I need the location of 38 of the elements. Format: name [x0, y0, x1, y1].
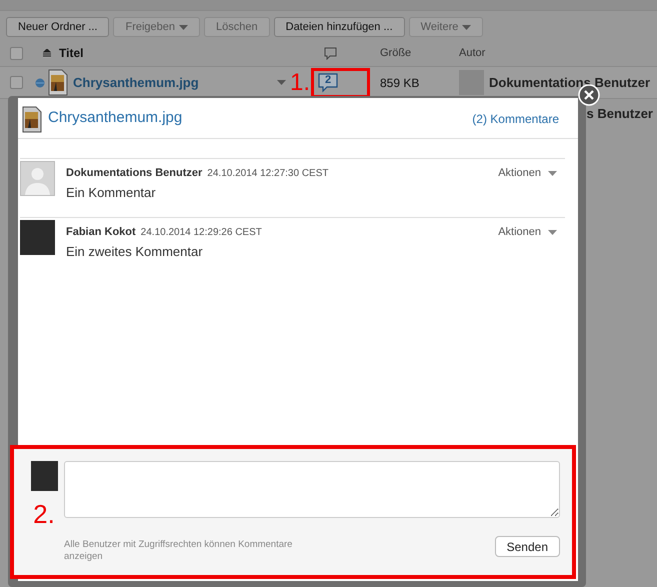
avatar-photo	[30, 461, 58, 491]
annotation-label: 1.	[290, 68, 310, 96]
row-checkbox[interactable]	[10, 76, 23, 89]
annotation-label: 2.	[33, 501, 55, 527]
comment-input-field[interactable]	[64, 461, 560, 518]
actions-menu[interactable]: Aktionen	[498, 167, 565, 179]
image-file-icon	[48, 69, 68, 96]
column-header[interactable]: Größe	[380, 47, 412, 59]
comment-time: 24.10.2014 12:29:26 CEST	[140, 227, 262, 238]
comment-author: Dokumentations Benutzer	[66, 167, 202, 179]
comment-count-link[interactable]: (2) Kommentare	[472, 112, 559, 126]
image-file-icon	[22, 106, 42, 133]
caret-icon	[548, 170, 557, 176]
toolbar-button[interactable]: Dateien hinzufügen ...	[274, 17, 405, 37]
column-header[interactable]: Autor	[459, 47, 486, 59]
comment-author: Fabian Kokot	[66, 226, 136, 238]
dialog-title: Chrysanthemum.jpg	[48, 109, 182, 126]
avatar-photo	[20, 220, 55, 255]
avatar-placeholder	[459, 70, 484, 95]
caret-icon	[548, 230, 557, 234]
comment-text: Ein Kommentar	[66, 185, 157, 200]
actions-menu[interactable]: Aktionen	[498, 226, 565, 238]
file-name-link[interactable]: Chrysanthemum.jpg	[73, 75, 283, 90]
send-button[interactable]: Senden	[494, 536, 560, 558]
sort-icon	[43, 49, 51, 57]
file-size: 859 KB	[380, 76, 420, 90]
comment-time: 24.10.2014 12:27:30 CEST	[207, 168, 328, 179]
comment-text: Ein zweites Kommentar	[66, 244, 204, 259]
author-name: Dokumentations Benutzer	[489, 75, 650, 90]
caret-icon	[277, 80, 286, 85]
globe-icon	[35, 78, 45, 88]
comment-icon	[324, 46, 337, 60]
column-header[interactable]: Titel	[59, 46, 84, 60]
select-all-checkbox[interactable]	[10, 46, 23, 60]
comment-bubble-icon	[318, 72, 338, 92]
visibility-note: Alle Benutzer mit Zugriffsrechten können Kommentare anzeigen	[64, 539, 294, 563]
author-name: s Benutzer	[586, 106, 653, 120]
toolbar-button[interactable]: Neuer Ordner ...	[6, 17, 110, 37]
